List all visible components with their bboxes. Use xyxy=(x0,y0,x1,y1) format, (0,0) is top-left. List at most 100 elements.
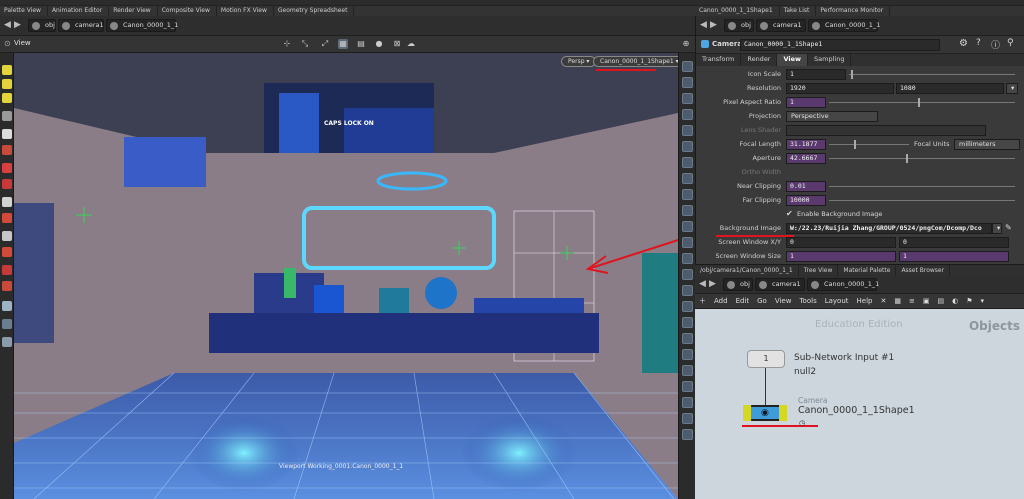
tab-palette-view[interactable]: Palette View xyxy=(0,6,48,16)
scale-tool-icon[interactable] xyxy=(2,111,12,121)
pixel-aspect-slider[interactable] xyxy=(829,102,1015,103)
tab-geometry-spreadsheet[interactable]: Geometry Spreadsheet xyxy=(274,6,355,16)
checkmark-icon[interactable]: ✔ xyxy=(786,209,793,218)
aperture-field[interactable]: 42.6667 xyxy=(786,153,826,164)
pane-menu-icon[interactable]: ⊙ xyxy=(4,39,11,48)
display-flag[interactable] xyxy=(743,405,751,421)
tab-asset-browser[interactable]: Asset Browser xyxy=(896,265,951,276)
select-tool-icon[interactable] xyxy=(2,65,12,75)
camera-tool-icon[interactable] xyxy=(2,301,12,311)
bg-image-menu[interactable]: ▾ xyxy=(992,223,1002,234)
geometry-icon[interactable] xyxy=(682,285,693,296)
lens-shader-field[interactable] xyxy=(786,125,986,136)
safe-area-icon[interactable] xyxy=(682,221,693,232)
ortho-toggle-icon[interactable] xyxy=(682,429,693,440)
link-icon[interactable]: ⚲ xyxy=(1007,38,1014,48)
tab-motion-fx-view[interactable]: Motion FX View xyxy=(217,6,274,16)
display-mode-icon[interactable] xyxy=(682,61,693,72)
headlight-icon[interactable] xyxy=(682,157,693,168)
menu-layout[interactable]: Layout xyxy=(821,297,853,305)
pixel-aspect-field[interactable]: 1 xyxy=(786,97,826,108)
icon-scale-slider[interactable] xyxy=(849,74,1015,75)
menu-help[interactable]: Help xyxy=(853,297,877,305)
projection-dropdown[interactable]: Perspective xyxy=(786,111,878,122)
background-icon[interactable] xyxy=(682,189,693,200)
bg-image-field[interactable]: W:/22.23/Ruijia Zhang/GROUP/0524/pngCom/… xyxy=(786,223,992,234)
screen-window-size-x-field[interactable]: 1 xyxy=(786,251,896,262)
path-network-chip[interactable]: obj xyxy=(28,19,56,32)
camera-menu-button[interactable]: Canon_0000_1_1Shape1 ▾ xyxy=(593,56,686,67)
grid-layout-icon[interactable]: ▦ xyxy=(890,297,905,305)
screen-window-y-field[interactable]: 0 xyxy=(899,237,1009,248)
overlay-icon[interactable] xyxy=(682,333,693,344)
tab-tree-view[interactable]: Tree View xyxy=(799,265,839,276)
icon-scale-knob[interactable] xyxy=(851,70,853,79)
near-clip-slider[interactable] xyxy=(829,186,1015,187)
record-icon[interactable]: ● xyxy=(374,39,384,49)
normals-icon[interactable] xyxy=(682,109,693,120)
tab-transform[interactable]: Transform xyxy=(696,54,742,66)
group-icon[interactable] xyxy=(682,253,693,264)
lighting-icon[interactable] xyxy=(682,141,693,152)
focal-length-knob[interactable] xyxy=(854,140,856,149)
guides-icon[interactable] xyxy=(682,205,693,216)
ghost-icon[interactable]: ☁ xyxy=(406,39,416,49)
mask-icon[interactable] xyxy=(682,237,693,248)
handle-tool-icon[interactable] xyxy=(2,179,12,189)
menu-tools[interactable]: Tools xyxy=(795,297,820,305)
near-clip-field[interactable]: 0.01 xyxy=(786,181,826,192)
menu-add[interactable]: Add xyxy=(710,297,732,305)
pivot-icon[interactable] xyxy=(682,317,693,328)
tab-composite-view[interactable]: Composite View xyxy=(158,6,217,16)
pin-icon[interactable]: ⊕ xyxy=(681,39,691,49)
param-forward-icon[interactable]: ▶ xyxy=(710,20,717,30)
net-path-network-chip[interactable]: obj xyxy=(723,278,753,291)
screen-window-x-field[interactable]: 0 xyxy=(786,237,896,248)
paint-tool-icon[interactable] xyxy=(2,337,12,347)
menu-go[interactable]: Go xyxy=(753,297,771,305)
render-flag[interactable] xyxy=(779,405,787,421)
resolution-x-field[interactable]: 1920 xyxy=(786,83,894,94)
brush-tool-icon[interactable] xyxy=(2,213,12,223)
icon-scale-field[interactable]: 1 xyxy=(786,69,846,80)
fog-icon[interactable] xyxy=(682,349,693,360)
shading-icon[interactable] xyxy=(682,77,693,88)
path-node-chip[interactable]: camera1 xyxy=(58,19,104,32)
info-icon[interactable]: ⓘ xyxy=(991,38,1000,51)
file-chooser-icon[interactable]: ✎ xyxy=(1005,223,1012,232)
subnet-input-node[interactable]: 1 xyxy=(747,350,785,368)
grid-icon[interactable]: ▦ xyxy=(338,39,348,49)
display-options-icon[interactable]: ⊹ xyxy=(282,39,292,49)
3d-viewport[interactable]: CAPS LOCK ON Viewport Working_0001:Canon… xyxy=(14,53,678,499)
wireframe-icon[interactable]: ▤ xyxy=(356,39,366,49)
camera-view-icon[interactable] xyxy=(682,397,693,408)
tab-performance-monitor[interactable]: Performance Monitor xyxy=(816,6,891,16)
far-clip-field[interactable]: 10000 xyxy=(786,195,826,206)
rotate-tool-icon[interactable] xyxy=(2,93,12,103)
resolution-menu[interactable]: ▾ xyxy=(1006,83,1018,94)
filter-icon[interactable]: ▾ xyxy=(977,297,989,305)
persp-menu-button[interactable]: Persp ▾ xyxy=(561,56,597,67)
frustum-icon[interactable] xyxy=(682,365,693,376)
lock-icon[interactable] xyxy=(2,129,12,139)
color-palette-icon[interactable]: ◐ xyxy=(948,297,962,305)
bounds-icon[interactable] xyxy=(682,381,693,392)
magnet-icon[interactable] xyxy=(2,145,12,155)
points-icon[interactable] xyxy=(682,93,693,104)
focal-units-dropdown[interactable]: millimeters xyxy=(954,139,1020,150)
shadows-icon[interactable] xyxy=(682,173,693,184)
tab-take-list[interactable]: Take List xyxy=(780,6,817,16)
handle-icon[interactable]: ⤢ xyxy=(320,39,330,49)
flag-icon[interactable]: ⚑ xyxy=(962,297,976,305)
plus-icon[interactable]: ＋ xyxy=(695,296,710,306)
menu-view[interactable]: View xyxy=(771,297,796,305)
persp-toggle-icon[interactable] xyxy=(682,413,693,424)
template-icon[interactable] xyxy=(682,269,693,280)
tab-sampling[interactable]: Sampling xyxy=(808,54,852,66)
param-back-icon[interactable]: ◀ xyxy=(700,20,707,30)
sticky-note-icon[interactable]: ▤ xyxy=(933,297,948,305)
screen-window-size-y-field[interactable]: 1 xyxy=(899,251,1009,262)
focal-length-slider[interactable] xyxy=(829,144,909,145)
tab-animation-editor[interactable]: Animation Editor xyxy=(48,6,110,16)
magnet-snap-icon[interactable] xyxy=(2,281,12,291)
